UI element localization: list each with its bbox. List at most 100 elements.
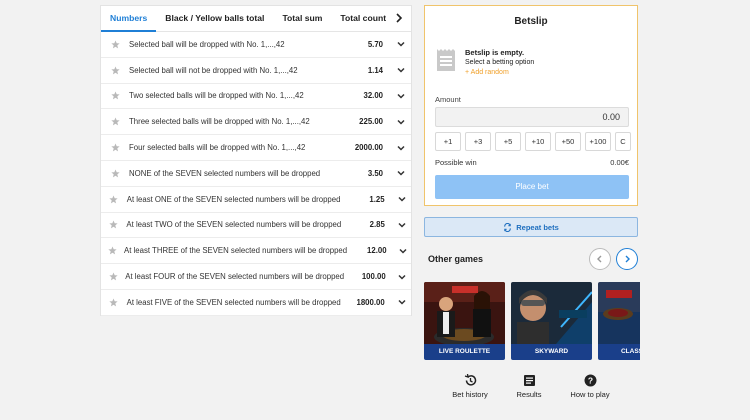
bet-row[interactable]: At least FIVE of the SEVEN selected numb… bbox=[101, 290, 411, 316]
live-roulette-thumbnail bbox=[424, 282, 505, 344]
bet-odd[interactable]: 1.14 bbox=[335, 66, 383, 75]
bet-odd[interactable]: 32.00 bbox=[335, 91, 383, 100]
how-to-play-button[interactable]: ? How to play bbox=[567, 374, 613, 399]
chevron-down-icon[interactable] bbox=[395, 246, 411, 256]
bet-row[interactable]: At least FOUR of the SEVEN selected numb… bbox=[101, 264, 411, 290]
bet-history-button[interactable]: Bet history bbox=[449, 374, 491, 399]
chevron-down-icon[interactable] bbox=[393, 297, 411, 307]
bet-odd[interactable]: 2000.00 bbox=[335, 143, 383, 152]
star-icon[interactable] bbox=[101, 143, 129, 152]
chip-plus-100[interactable]: +100 bbox=[585, 132, 611, 151]
bet-label: At least FIVE of the SEVEN selected numb… bbox=[126, 297, 341, 307]
bet-odd[interactable]: 3.50 bbox=[335, 169, 383, 178]
bet-list: Selected ball will be dropped with No. 1… bbox=[101, 32, 411, 316]
chip-plus-10[interactable]: +10 bbox=[525, 132, 551, 151]
app-root: Numbers Black / Yellow balls total Total… bbox=[0, 0, 750, 420]
star-icon[interactable] bbox=[101, 117, 129, 126]
bet-label: At least ONE of the SEVEN selected numbe… bbox=[126, 194, 341, 204]
chevron-down-icon[interactable] bbox=[393, 194, 411, 204]
bet-row[interactable]: Selected ball will not be dropped with N… bbox=[101, 58, 411, 84]
tab-total-count[interactable]: Total count bbox=[331, 6, 395, 32]
bet-label: Selected ball will not be dropped with N… bbox=[129, 65, 298, 75]
games-next-button[interactable] bbox=[616, 248, 638, 270]
bet-label: Three selected balls will be dropped wit… bbox=[129, 117, 310, 127]
chevron-down-icon[interactable] bbox=[391, 168, 411, 178]
star-icon[interactable] bbox=[101, 66, 129, 75]
chevron-down-icon[interactable] bbox=[394, 272, 411, 282]
bet-label: At least TWO of the SEVEN selected numbe… bbox=[126, 220, 342, 230]
bet-row[interactable]: Two selected balls will be dropped with … bbox=[101, 84, 411, 110]
betslip-empty-title: Betslip is empty. bbox=[465, 48, 525, 57]
repeat-bets-label: Repeat bets bbox=[516, 222, 559, 232]
results-icon bbox=[523, 375, 535, 386]
add-random-link[interactable]: + Add random bbox=[465, 68, 534, 78]
betslip-empty-hint: Select a betting option bbox=[465, 59, 535, 66]
bet-row[interactable]: Three selected balls will be dropped wit… bbox=[101, 109, 411, 136]
repeat-bets-button[interactable]: Repeat bets bbox=[424, 217, 638, 237]
bet-row[interactable]: At least TWO of the SEVEN selected numbe… bbox=[101, 213, 411, 239]
star-icon[interactable] bbox=[101, 195, 127, 204]
bet-odd[interactable]: 2.85 bbox=[341, 220, 385, 229]
amount-label: Amount bbox=[435, 95, 461, 104]
game-name: LIVE ROULETTE bbox=[424, 344, 505, 360]
chip-plus-5[interactable]: +5 bbox=[495, 132, 521, 151]
bet-row[interactable]: At least ONE of the SEVEN selected numbe… bbox=[101, 187, 411, 213]
bet-row[interactable]: NONE of the SEVEN selected numbers will … bbox=[101, 161, 411, 187]
possible-win-label: Possible win bbox=[435, 158, 477, 167]
amount-chips: +1 +3 +5 +10 +50 +100 C bbox=[435, 132, 631, 151]
star-icon[interactable] bbox=[101, 298, 127, 307]
chevron-down-icon[interactable] bbox=[391, 39, 411, 49]
bet-label: Selected ball will be dropped with No. 1… bbox=[129, 39, 285, 49]
results-button[interactable]: Results bbox=[512, 374, 546, 399]
history-icon bbox=[464, 374, 476, 386]
chip-plus-1[interactable]: +1 bbox=[435, 132, 461, 151]
star-icon[interactable] bbox=[101, 272, 125, 281]
chevron-down-icon[interactable] bbox=[391, 91, 411, 101]
bet-odd[interactable]: 5.70 bbox=[335, 40, 383, 49]
bet-options-panel: Numbers Black / Yellow balls total Total… bbox=[100, 5, 412, 316]
bet-odd[interactable]: 1.25 bbox=[340, 195, 384, 204]
game-name: CLASSIC R bbox=[598, 344, 640, 360]
chip-plus-3[interactable]: +3 bbox=[465, 132, 491, 151]
svg-text:?: ? bbox=[587, 376, 592, 386]
chevron-down-icon[interactable] bbox=[391, 117, 411, 127]
chip-plus-50[interactable]: +50 bbox=[555, 132, 581, 151]
games-carousel: LIVE ROULETTE SKYWARD CLAS bbox=[424, 282, 640, 360]
bet-odd[interactable]: 1800.00 bbox=[341, 298, 385, 307]
bet-label: NONE of the SEVEN selected numbers will … bbox=[129, 168, 321, 178]
chevron-left-icon bbox=[597, 255, 602, 263]
classic-roulette-thumbnail bbox=[598, 282, 640, 344]
star-icon[interactable] bbox=[101, 220, 126, 229]
bet-row[interactable]: At least THREE of the SEVEN selected num… bbox=[101, 238, 411, 265]
chevron-down-icon[interactable] bbox=[391, 65, 411, 75]
place-bet-button[interactable]: Place bet bbox=[435, 175, 629, 199]
amount-input[interactable]: 0.00 bbox=[435, 107, 629, 127]
game-card-classic-roulette[interactable]: CLASSIC R bbox=[598, 282, 640, 360]
bet-row[interactable]: Four selected balls will be dropped with… bbox=[101, 135, 411, 161]
tab-numbers[interactable]: Numbers bbox=[101, 6, 157, 32]
star-icon[interactable] bbox=[101, 169, 129, 178]
bet-label: Four selected balls will be dropped with… bbox=[129, 143, 306, 153]
bet-row[interactable]: Selected ball will be dropped with No. 1… bbox=[101, 32, 411, 58]
star-icon[interactable] bbox=[101, 91, 129, 100]
game-name: SKYWARD bbox=[511, 344, 592, 360]
bet-odd[interactable]: 100.00 bbox=[344, 272, 386, 281]
star-icon[interactable] bbox=[101, 246, 124, 255]
bet-odd[interactable]: 12.00 bbox=[347, 246, 387, 255]
betslip-title: Betslip bbox=[514, 16, 548, 27]
results-label: Results bbox=[516, 390, 542, 399]
chevron-right-icon[interactable] bbox=[393, 12, 405, 24]
games-prev-button[interactable] bbox=[589, 248, 611, 270]
game-card-skyward[interactable]: SKYWARD bbox=[511, 282, 592, 360]
star-icon[interactable] bbox=[101, 40, 129, 49]
tab-black-yellow-balls-total[interactable]: Black / Yellow balls total bbox=[156, 6, 273, 32]
chevron-down-icon[interactable] bbox=[393, 220, 411, 230]
chip-clear[interactable]: C bbox=[615, 132, 631, 151]
tab-total-sum[interactable]: Total sum bbox=[273, 6, 331, 32]
chevron-down-icon[interactable] bbox=[391, 143, 411, 153]
game-card-live-roulette[interactable]: LIVE ROULETTE bbox=[424, 282, 505, 360]
bet-odd[interactable]: 225.00 bbox=[335, 117, 383, 126]
betslip-empty-state: Betslip is empty. Select a betting optio… bbox=[435, 48, 534, 78]
bet-label: At least THREE of the SEVEN selected num… bbox=[124, 246, 348, 256]
market-tabs: Numbers Black / Yellow balls total Total… bbox=[101, 6, 411, 32]
